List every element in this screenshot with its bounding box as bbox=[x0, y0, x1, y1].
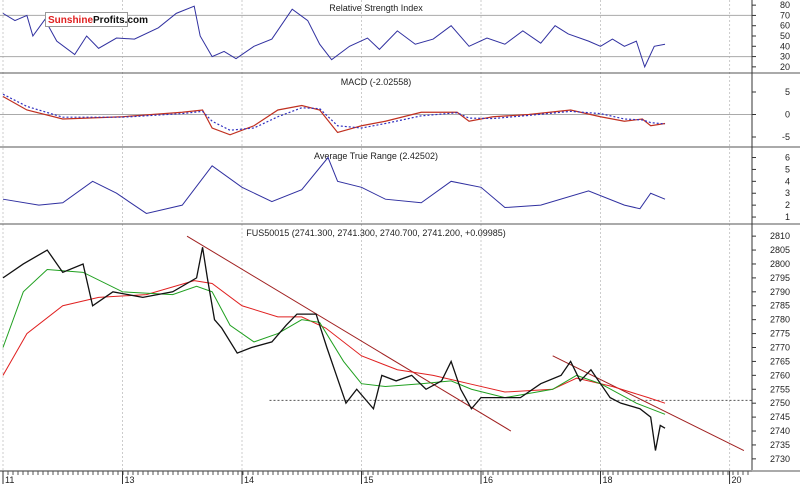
signal-line bbox=[2, 93, 666, 131]
chart-window: Relative Strength Index 20 30 40 50 60 70 80 MAC… bbox=[0, 0, 800, 485]
logo-part2: Profits.com bbox=[93, 15, 149, 26]
y-tick-label: 2755 bbox=[770, 384, 790, 394]
y-tick-label: 2770 bbox=[770, 343, 790, 353]
x-tick-label: 15 bbox=[364, 475, 374, 485]
y-tick-label: 2800 bbox=[770, 259, 790, 269]
y-tick-label: 0 bbox=[785, 110, 790, 120]
panel-title: MACD (-2.02558) bbox=[341, 77, 412, 87]
trendline bbox=[552, 355, 745, 451]
y-tick-label: 2740 bbox=[770, 426, 790, 436]
y-tick-label: 5 bbox=[785, 164, 790, 174]
trendline bbox=[186, 235, 512, 432]
y-tick-label: 2760 bbox=[770, 370, 790, 380]
y-tick-label: 2 bbox=[785, 200, 790, 210]
panel-title: FUS50015 (2741.300, 2741.300, 2740.700, … bbox=[246, 228, 505, 238]
y-tick-label: -5 bbox=[782, 132, 790, 142]
panel-title: Relative Strength Index bbox=[329, 3, 423, 13]
y-tick-label: 3 bbox=[785, 188, 790, 198]
short-moving-average-line bbox=[2, 269, 666, 415]
y-tick-label: 2795 bbox=[770, 273, 790, 283]
y-tick-label: 2810 bbox=[770, 231, 790, 241]
y-tick-label: 6 bbox=[785, 153, 790, 163]
x-tick-label: 14 bbox=[244, 475, 254, 485]
x-tick-label: 11 bbox=[5, 475, 14, 485]
atr-line bbox=[2, 156, 666, 215]
x-tick-label: 13 bbox=[125, 475, 135, 485]
x-tick-label: 18 bbox=[603, 475, 613, 485]
y-tick-label: 40 bbox=[780, 41, 790, 51]
y-tick-label: 1 bbox=[785, 212, 790, 222]
y-tick-label: 50 bbox=[780, 31, 790, 41]
y-tick-label: 2775 bbox=[770, 329, 790, 339]
logo-part1: Sunshine bbox=[48, 15, 94, 26]
sunshine-profits-logo: SunshineProfits.com bbox=[45, 12, 148, 27]
price-line bbox=[2, 247, 666, 451]
y-tick-label: 80 bbox=[780, 0, 790, 10]
x-tick-label: 16 bbox=[483, 475, 493, 485]
y-tick-label: 2735 bbox=[770, 440, 790, 450]
y-tick-label: 2765 bbox=[770, 356, 790, 366]
y-tick-label: 2750 bbox=[770, 398, 790, 408]
y-tick-label: 4 bbox=[785, 176, 790, 186]
y-tick-label: 30 bbox=[780, 52, 790, 62]
y-tick-label: 20 bbox=[780, 62, 790, 72]
stock-chart: Relative Strength Index20304050607080MAC… bbox=[0, 0, 800, 485]
y-tick-label: 2730 bbox=[770, 454, 790, 464]
y-tick-label: 2785 bbox=[770, 301, 790, 311]
y-tick-label: 5 bbox=[785, 87, 790, 97]
y-tick-label: 2790 bbox=[770, 287, 790, 297]
y-tick-label: 2745 bbox=[770, 412, 790, 422]
x-tick-label: 20 bbox=[732, 475, 742, 485]
y-tick-label: 2780 bbox=[770, 315, 790, 325]
y-tick-label: 2805 bbox=[770, 245, 790, 255]
panel-title: Average True Range (2.42502) bbox=[314, 151, 438, 161]
y-tick-label: 60 bbox=[780, 21, 790, 31]
y-tick-label: 70 bbox=[780, 10, 790, 20]
macd-line bbox=[2, 95, 666, 136]
